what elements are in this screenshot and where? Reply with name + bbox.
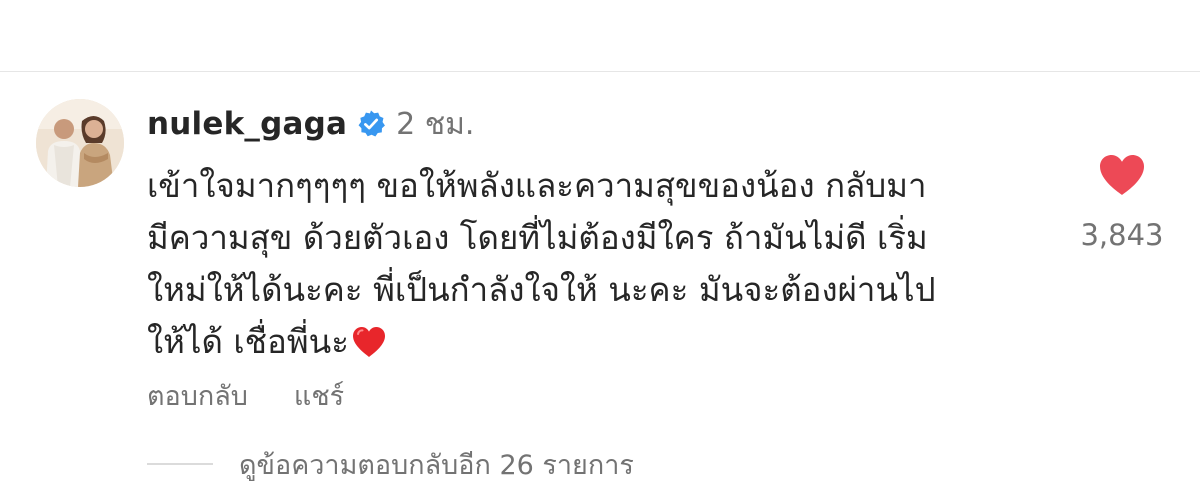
comment-text-line: ใหม่ให้ได้นะคะ พี่เป็นกำลังใจให้ นะคะ มั… <box>147 270 936 309</box>
like-count: 3,843 <box>1080 218 1164 252</box>
comment-last-line: ให้ได้ เชื่อพี่นะ <box>147 316 1047 368</box>
top-divider <box>0 71 1200 72</box>
username[interactable]: nulek_gaga <box>147 106 347 142</box>
share-button[interactable]: แชร์ <box>294 374 344 417</box>
comment-text-line: เข้าใจมากๆๆๆๆ ขอให้พลังและความสุขของน้อง… <box>147 166 927 205</box>
view-replies-button[interactable]: ดูข้อความตอบกลับอีก 26 รายการ <box>147 444 634 484</box>
red-heart-emoji-icon <box>351 325 387 359</box>
comment-text: เข้าใจมากๆๆๆๆ ขอให้พลังและความสุขของน้อง… <box>147 160 1047 368</box>
reply-button[interactable]: ตอบกลับ <box>147 374 248 417</box>
avatar[interactable] <box>36 99 124 187</box>
comment-text-line: มีความสุข ด้วยตัวเอง โดยที่ไม่ต้องมีใคร … <box>147 218 928 257</box>
like-heart-icon[interactable] <box>1097 152 1147 198</box>
comment-screen: nulek_gaga 2 ชม. เข้าใจมากๆๆๆๆ ขอให้พลัง… <box>0 0 1200 502</box>
avatar-photo <box>36 99 124 187</box>
comment-timestamp: 2 ชม. <box>396 106 475 142</box>
comment-text-line: ให้ได้ เชื่อพี่นะ <box>147 322 349 361</box>
comment-header: nulek_gaga 2 ชม. <box>147 104 474 144</box>
comment-actions: ตอบกลับ แชร์ <box>147 375 344 415</box>
verified-badge-icon <box>356 109 386 139</box>
replies-divider-line <box>147 463 213 465</box>
view-replies-label: ดูข้อความตอบกลับอีก 26 รายการ <box>239 449 634 481</box>
